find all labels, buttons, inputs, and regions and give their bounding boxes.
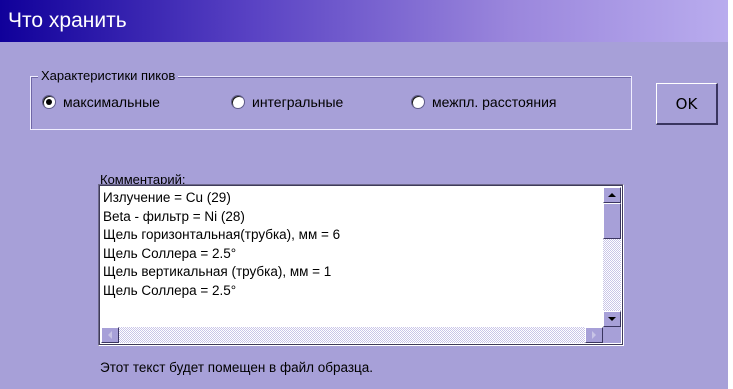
comment-line: Щель Соллера = 2.5° bbox=[103, 245, 237, 261]
radio-integral-indicator[interactable] bbox=[231, 95, 245, 109]
scroll-left-button[interactable] bbox=[101, 327, 119, 343]
radio-maximal-label[interactable]: максимальные bbox=[63, 94, 160, 110]
radio-maximal[interactable]: максимальные bbox=[42, 94, 160, 110]
comment-line: Излучение = Cu (29) bbox=[103, 190, 231, 205]
scrollbar-corner bbox=[603, 327, 621, 343]
comment-line: Щель вертикальная (трубка), мм = 1 bbox=[103, 264, 332, 280]
arrow-left-icon bbox=[108, 331, 112, 339]
ok-button[interactable]: OK bbox=[656, 83, 718, 125]
radio-maximal-indicator[interactable] bbox=[42, 95, 56, 109]
title-bar: Что хранить bbox=[0, 0, 728, 42]
arrow-right-icon bbox=[592, 331, 596, 339]
comment-textarea[interactable]: Излучение = Cu (29) Beta - фильтр = Ni (… bbox=[98, 184, 624, 346]
comment-text[interactable]: Излучение = Cu (29) Beta - фильтр = Ni (… bbox=[103, 189, 601, 329]
save-options-dialog: Что хранить Характеристики пиков максима… bbox=[0, 0, 728, 389]
scroll-right-button[interactable] bbox=[585, 327, 603, 343]
comment-line: Beta - фильтр = Ni (28) bbox=[103, 208, 245, 224]
radio-interplanar-indicator[interactable] bbox=[411, 95, 425, 109]
radio-integral-label[interactable]: интегральные bbox=[252, 94, 343, 110]
vertical-scrollbar[interactable] bbox=[603, 187, 621, 327]
radio-integral[interactable]: интегральные bbox=[231, 94, 343, 110]
arrow-up-icon bbox=[608, 193, 616, 197]
radio-interplanar-label[interactable]: межпл. расстояния bbox=[432, 94, 556, 110]
window-title: Что хранить bbox=[8, 9, 127, 32]
horizontal-scrollbar[interactable] bbox=[101, 327, 603, 343]
vertical-scroll-thumb[interactable] bbox=[603, 203, 621, 239]
comment-line: Щель Соллера = 2.5° bbox=[103, 282, 237, 298]
scroll-down-button[interactable] bbox=[603, 311, 621, 327]
comment-line: Щель горизонтальная(трубка), мм = 6 bbox=[103, 227, 341, 243]
radio-interplanar[interactable]: межпл. расстояния bbox=[411, 94, 556, 110]
arrow-down-icon bbox=[608, 317, 616, 321]
comment-hint: Этот текст будет помещен в файл образца. bbox=[100, 360, 374, 375]
peak-characteristics-label: Характеристики пиков bbox=[38, 68, 179, 84]
scroll-up-button[interactable] bbox=[603, 187, 621, 203]
